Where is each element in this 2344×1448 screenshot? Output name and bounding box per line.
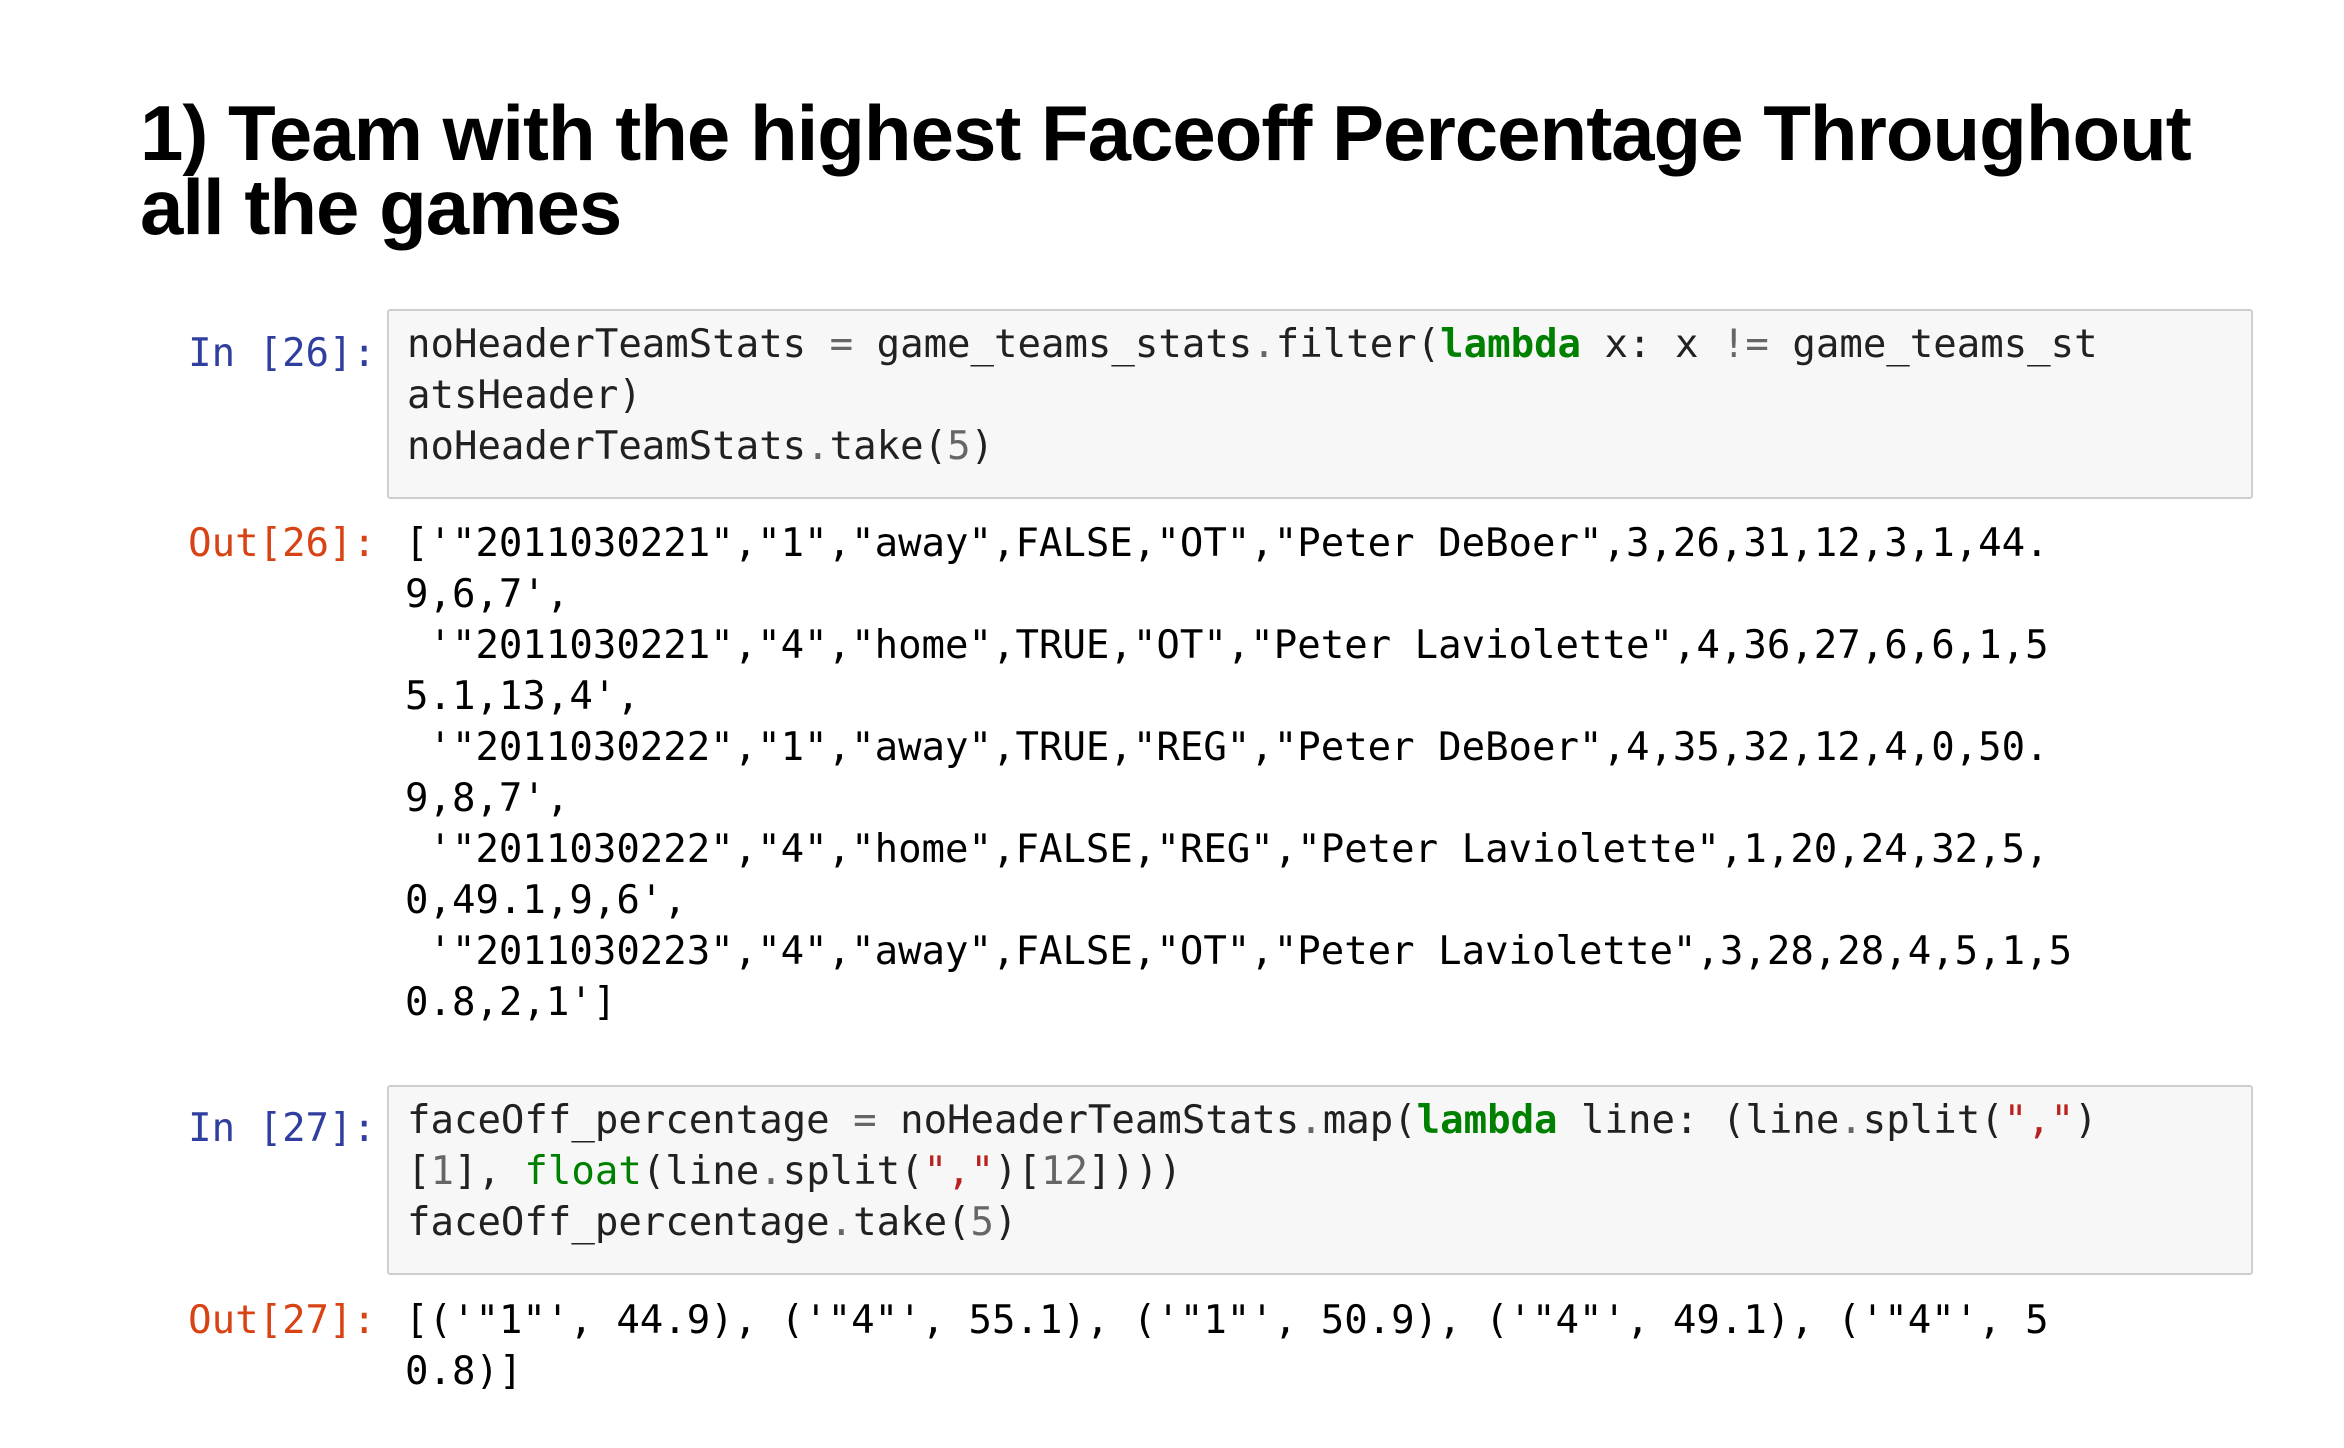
code-string: "," <box>923 1149 995 1194</box>
code-number: 5 <box>970 1200 995 1245</box>
code-operator: != <box>1721 322 1769 367</box>
code-token: noHeaderTeamStats <box>407 424 807 469</box>
code-token: split( <box>782 1149 924 1194</box>
output-area-27: [('"1"', 44.9), ('"4"', 55.1), ('"1"', 5… <box>405 1295 2265 1397</box>
output-line: '"2011030222","1","away",TRUE,"REG","Pet… <box>405 725 2049 770</box>
code-token: game_teams_stats <box>853 322 1253 367</box>
code-number: 5 <box>947 424 971 469</box>
output-line: [('"1"', 44.9), ('"4"', 55.1), ('"1"', 5… <box>405 1298 2049 1343</box>
code-operator: . <box>1252 322 1276 367</box>
code-token: line: (line <box>1557 1098 1840 1143</box>
code-token: map( <box>1322 1098 1417 1143</box>
output-line: '"2011030221","4","home",TRUE,"OT","Pete… <box>405 623 2049 668</box>
code-operator: . <box>829 1200 854 1245</box>
markdown-heading: 1) Team with the highest Faceoff Percent… <box>140 94 2290 246</box>
code-token: [ <box>407 1149 431 1194</box>
code-string: "," <box>2003 1098 2075 1143</box>
code-token: atsHeader) <box>407 373 642 418</box>
code-token: ) <box>970 424 995 469</box>
code-cell-27[interactable]: faceOff_percentage = noHeaderTeamStats.m… <box>387 1085 2253 1275</box>
code-token: noHeaderTeamStats <box>876 1098 1300 1143</box>
code-token: split( <box>1862 1098 2004 1143</box>
code-token: (line <box>641 1149 760 1194</box>
output-line: 9,6,7', <box>405 572 570 617</box>
heading-line-2: all the games <box>140 163 622 251</box>
code-operator: = <box>829 322 854 367</box>
input-prompt-27: In [27]: <box>188 1106 376 1151</box>
code-keyword: lambda <box>1440 322 1582 367</box>
code-editor-27[interactable]: faceOff_percentage = noHeaderTeamStats.m… <box>407 1095 2233 1248</box>
input-prompt-26: In [26]: <box>188 331 376 376</box>
code-token: )[ <box>994 1149 1042 1194</box>
code-builtin: float <box>524 1149 642 1194</box>
code-keyword: lambda <box>1416 1098 1558 1143</box>
output-prompt-26: Out[26]: <box>188 521 376 566</box>
code-token: take( <box>853 1200 971 1245</box>
notebook: 1) Team with the highest Faceoff Percent… <box>0 0 2344 1448</box>
code-token: ) <box>994 1200 1018 1245</box>
code-operator: . <box>1839 1098 1863 1143</box>
code-token: faceOff_percentage <box>407 1200 830 1245</box>
code-token: filter( <box>1275 322 1441 367</box>
code-token: x: x <box>1581 322 1722 367</box>
code-token: game_teams_st <box>1768 322 2098 367</box>
code-token: faceOff_percentage <box>407 1098 854 1143</box>
output-line: '"2011030223","4","away",FALSE,"OT","Pet… <box>405 929 2073 974</box>
output-line: 0.8)] <box>405 1349 523 1394</box>
code-token: ) <box>2074 1098 2098 1143</box>
output-area-26: ['"2011030221","1","away",FALSE,"OT","Pe… <box>405 518 2265 1028</box>
code-token: noHeaderTeamStats <box>407 322 830 367</box>
code-cell-26[interactable]: noHeaderTeamStats = game_teams_stats.fil… <box>387 309 2253 499</box>
output-line: ['"2011030221","1","away",FALSE,"OT","Pe… <box>405 521 2049 566</box>
code-operator: . <box>759 1149 783 1194</box>
code-token: ], <box>453 1149 525 1194</box>
output-line: 0,49.1,9,6', <box>405 878 687 923</box>
output-line: 0.8,2,1'] <box>405 980 617 1025</box>
code-operator: = <box>853 1098 877 1143</box>
output-text-27: [('"1"', 44.9), ('"4"', 55.1), ('"1"', 5… <box>405 1295 2265 1397</box>
code-operator: . <box>1299 1098 1323 1143</box>
code-operator: . <box>806 424 830 469</box>
code-token: take( <box>829 424 948 469</box>
output-line: 5.1,13,4', <box>405 674 640 719</box>
code-token: ]))) <box>1088 1149 1182 1194</box>
output-prompt-27: Out[27]: <box>188 1298 376 1343</box>
code-editor-26[interactable]: noHeaderTeamStats = game_teams_stats.fil… <box>407 319 2233 472</box>
output-text-26: ['"2011030221","1","away",FALSE,"OT","Pe… <box>405 518 2265 1028</box>
code-number: 12 <box>1041 1149 1088 1194</box>
output-line: '"2011030222","4","home",FALSE,"REG","Pe… <box>405 827 2049 872</box>
code-number: 1 <box>430 1149 454 1194</box>
output-line: 9,8,7', <box>405 776 570 821</box>
